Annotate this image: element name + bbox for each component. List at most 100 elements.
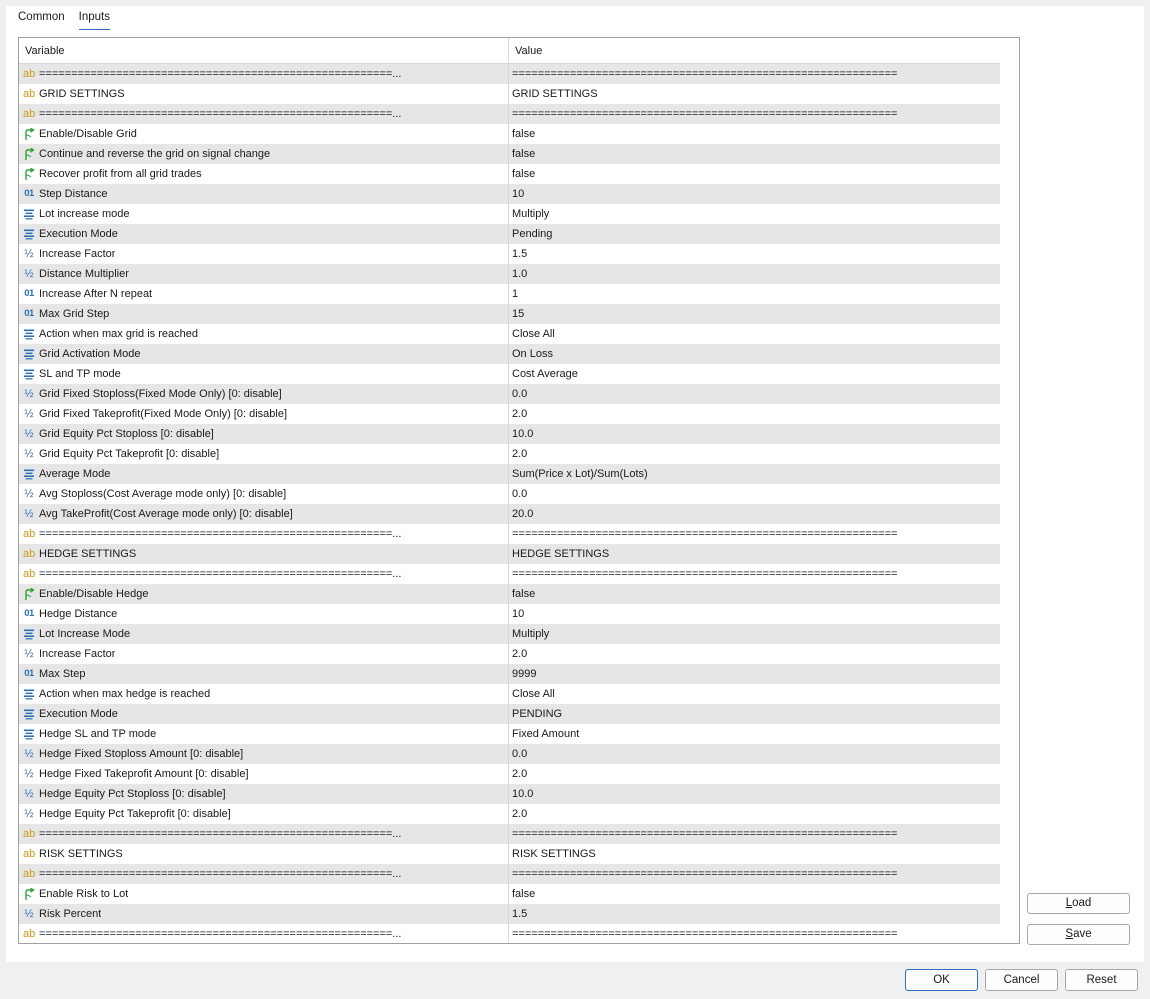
table-row[interactable]: Recover profit from all grid trades false bbox=[19, 164, 1000, 184]
value-cell[interactable]: ========================================… bbox=[509, 864, 1000, 884]
value-cell[interactable]: ========================================… bbox=[509, 564, 1000, 584]
table-row[interactable]: ½ Risk Percent 1.5 bbox=[19, 904, 1000, 924]
value-cell[interactable]: 2.0 bbox=[509, 444, 1000, 464]
value-cell[interactable]: false bbox=[509, 164, 1000, 184]
value-cell[interactable]: Close All bbox=[509, 324, 1000, 344]
value-cell[interactable]: 1.5 bbox=[509, 904, 1000, 924]
value-cell[interactable]: ========================================… bbox=[509, 64, 1000, 84]
value-cell[interactable]: 10.0 bbox=[509, 424, 1000, 444]
value-cell[interactable]: 0.0 bbox=[509, 384, 1000, 404]
table-row[interactable]: Action when max hedge is reached Close Al… bbox=[19, 684, 1000, 704]
table-row[interactable]: ½ Hedge Equity Pct Stoploss [0: disable] 1… bbox=[19, 784, 1000, 804]
value-cell[interactable]: 1 bbox=[509, 284, 1000, 304]
value-cell[interactable]: 10.0 bbox=[509, 784, 1000, 804]
table-row[interactable]: ½ Avg TakeProfit(Cost Average mode only) … bbox=[19, 504, 1000, 524]
table-row[interactable]: Average Mode Sum(Price x Lot)/Sum(Lots) bbox=[19, 464, 1000, 484]
value-cell[interactable]: false bbox=[509, 584, 1000, 604]
value-cell[interactable]: Pending bbox=[509, 224, 1000, 244]
value-cell[interactable]: false bbox=[509, 144, 1000, 164]
tab-inputs[interactable]: Inputs bbox=[78, 10, 110, 30]
table-row[interactable]: ½ Hedge Fixed Stoploss Amount [0: disable… bbox=[19, 744, 1000, 764]
value-cell[interactable]: 15 bbox=[509, 304, 1000, 324]
table-row[interactable]: ½ Avg Stoploss(Cost Average mode only) [0… bbox=[19, 484, 1000, 504]
value-cell[interactable]: false bbox=[509, 884, 1000, 904]
value-cell[interactable]: RISK SETTINGS bbox=[509, 844, 1000, 864]
value-cell[interactable]: 1.0 bbox=[509, 264, 1000, 284]
table-row[interactable]: Action when max grid is reached Close All bbox=[19, 324, 1000, 344]
value-cell[interactable]: false bbox=[509, 124, 1000, 144]
value-cell[interactable]: ========================================… bbox=[509, 924, 1000, 943]
value-cell[interactable]: 2.0 bbox=[509, 764, 1000, 784]
table-row[interactable]: Lot increase mode Multiply bbox=[19, 204, 1000, 224]
value-cell[interactable]: Sum(Price x Lot)/Sum(Lots) bbox=[509, 464, 1000, 484]
table-row[interactable]: Enable/Disable Grid false bbox=[19, 124, 1000, 144]
table-row[interactable]: 01 Increase After N repeat 1 bbox=[19, 284, 1000, 304]
table-row[interactable]: ab HEDGE SETTINGS HEDGE SETTINGS bbox=[19, 544, 1000, 564]
variable-name: Increase Factor bbox=[39, 648, 116, 660]
table-row[interactable]: SL and TP mode Cost Average bbox=[19, 364, 1000, 384]
table-row[interactable]: ab RISK SETTINGS RISK SETTINGS bbox=[19, 844, 1000, 864]
table-row[interactable]: ab ======================================… bbox=[19, 104, 1000, 124]
table-row[interactable]: 01 Step Distance 10 bbox=[19, 184, 1000, 204]
ok-button[interactable]: OK bbox=[905, 969, 978, 991]
table-row[interactable]: 01 Hedge Distance 10 bbox=[19, 604, 1000, 624]
cancel-button[interactable]: Cancel bbox=[985, 969, 1058, 991]
value-cell[interactable]: 20.0 bbox=[509, 504, 1000, 524]
value-cell[interactable]: Close All bbox=[509, 684, 1000, 704]
save-button[interactable]: Save bbox=[1027, 924, 1130, 945]
value-cell[interactable]: 9999 bbox=[509, 664, 1000, 684]
table-row[interactable]: ½ Grid Equity Pct Takeprofit [0: disable]… bbox=[19, 444, 1000, 464]
table-row[interactable]: ½ Hedge Fixed Takeprofit Amount [0: disab… bbox=[19, 764, 1000, 784]
column-header-value[interactable]: Value bbox=[509, 38, 1000, 63]
table-row[interactable]: ab ======================================… bbox=[19, 924, 1000, 943]
table-row[interactable]: ½ Increase Factor 2.0 bbox=[19, 644, 1000, 664]
table-row[interactable]: ab ======================================… bbox=[19, 524, 1000, 544]
table-row[interactable]: ab ======================================… bbox=[19, 824, 1000, 844]
value-cell[interactable]: 2.0 bbox=[509, 804, 1000, 824]
table-row[interactable]: ½ Hedge Equity Pct Takeprofit [0: disable… bbox=[19, 804, 1000, 824]
value-cell[interactable]: 10 bbox=[509, 604, 1000, 624]
table-row[interactable]: Grid Activation Mode On Loss bbox=[19, 344, 1000, 364]
value-cell[interactable]: Multiply bbox=[509, 204, 1000, 224]
value-cell[interactable]: 0.0 bbox=[509, 484, 1000, 504]
table-row[interactable]: ½ Grid Fixed Takeprofit(Fixed Mode Only) … bbox=[19, 404, 1000, 424]
table-row[interactable]: ½ Grid Fixed Stoploss(Fixed Mode Only) [0… bbox=[19, 384, 1000, 404]
value-cell[interactable]: 10 bbox=[509, 184, 1000, 204]
value-cell[interactable]: 2.0 bbox=[509, 644, 1000, 664]
reset-button[interactable]: Reset bbox=[1065, 969, 1138, 991]
table-row[interactable]: 01 Max Step 9999 bbox=[19, 664, 1000, 684]
table-row[interactable]: ½ Increase Factor 1.5 bbox=[19, 244, 1000, 264]
table-row[interactable]: Enable Risk to Lot false bbox=[19, 884, 1000, 904]
variable-name: Hedge Equity Pct Stoploss [0: disable] bbox=[39, 788, 226, 800]
table-row[interactable]: ab ======================================… bbox=[19, 64, 1000, 84]
table-row[interactable]: 01 Max Grid Step 15 bbox=[19, 304, 1000, 324]
table-row[interactable]: Hedge SL and TP mode Fixed Amount bbox=[19, 724, 1000, 744]
value-cell[interactable]: 2.0 bbox=[509, 404, 1000, 424]
table-row[interactable]: ½ Distance Multiplier 1.0 bbox=[19, 264, 1000, 284]
value-cell[interactable]: ========================================… bbox=[509, 824, 1000, 844]
value-cell[interactable]: Multiply bbox=[509, 624, 1000, 644]
tab-common[interactable]: Common bbox=[18, 10, 65, 30]
value-cell[interactable]: 0.0 bbox=[509, 744, 1000, 764]
table-row[interactable]: Lot Increase Mode Multiply bbox=[19, 624, 1000, 644]
table-row[interactable]: Continue and reverse the grid on signal … bbox=[19, 144, 1000, 164]
value-cell[interactable]: ========================================… bbox=[509, 104, 1000, 124]
table-row[interactable]: Enable/Disable Hedge false bbox=[19, 584, 1000, 604]
value-cell[interactable]: On Loss bbox=[509, 344, 1000, 364]
value-cell[interactable]: 1.5 bbox=[509, 244, 1000, 264]
value-cell[interactable]: ========================================… bbox=[509, 524, 1000, 544]
value-cell[interactable]: GRID SETTINGS bbox=[509, 84, 1000, 104]
value-cell[interactable]: Cost Average bbox=[509, 364, 1000, 384]
table-row[interactable]: ab ======================================… bbox=[19, 864, 1000, 884]
value-cell[interactable]: HEDGE SETTINGS bbox=[509, 544, 1000, 564]
table-row[interactable]: ab GRID SETTINGS GRID SETTINGS bbox=[19, 84, 1000, 104]
table-row[interactable]: ½ Grid Equity Pct Stoploss [0: disable] 10… bbox=[19, 424, 1000, 444]
table-row[interactable]: ab ======================================… bbox=[19, 564, 1000, 584]
value-cell[interactable]: Fixed Amount bbox=[509, 724, 1000, 744]
double-type-icon: ½ bbox=[24, 448, 34, 460]
value-cell[interactable]: PENDING bbox=[509, 704, 1000, 724]
load-button[interactable]: Load bbox=[1027, 893, 1130, 914]
table-row[interactable]: Execution Mode Pending bbox=[19, 224, 1000, 244]
table-row[interactable]: Execution Mode PENDING bbox=[19, 704, 1000, 724]
column-header-variable[interactable]: Variable bbox=[19, 38, 509, 63]
